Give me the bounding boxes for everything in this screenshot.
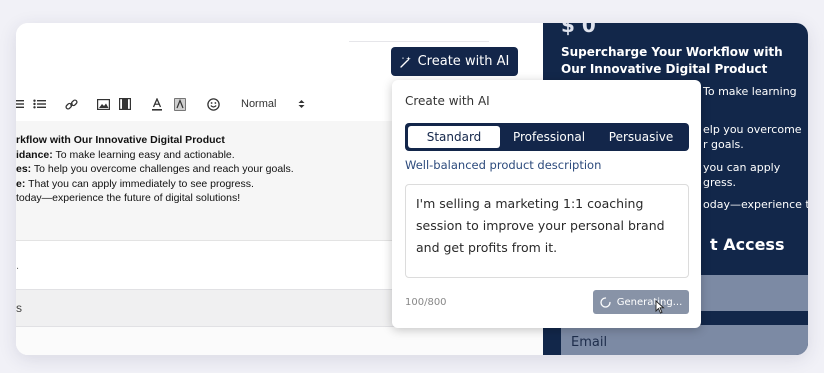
format-select[interactable]: Normal (241, 94, 313, 114)
ordered-list-icon[interactable] (16, 94, 24, 114)
tab-professional[interactable]: Professional (503, 123, 595, 151)
tab-persuasive[interactable]: Persuasive (595, 123, 687, 151)
tone-description: Well-balanced product description (405, 158, 602, 172)
emoji-icon[interactable] (206, 94, 220, 114)
spinner-icon (600, 296, 611, 308)
create-with-ai-popover: Create with AI Standard Professional Per… (392, 80, 701, 328)
format-select-value: Normal (241, 98, 277, 110)
generate-label: Generating... (616, 296, 683, 308)
prompt-textarea[interactable]: I'm selling a marketing 1:1 coaching ses… (405, 184, 689, 278)
highlight-color-icon[interactable] (173, 94, 187, 114)
email-field[interactable]: Email (561, 325, 808, 355)
preview-fragment: gress. (703, 176, 736, 189)
divider (349, 41, 489, 42)
preview-fragment: r goals. (703, 138, 744, 151)
preview-headline: Supercharge Your Workflow with Our Innov… (561, 45, 783, 76)
preview-fragment: elp you overcome (703, 123, 802, 136)
tab-standard[interactable]: Standard (408, 126, 500, 148)
bullet-list-icon[interactable] (32, 94, 46, 114)
video-icon[interactable] (118, 94, 132, 114)
preview-fragment: you can apply (703, 161, 781, 174)
access-heading: t Access (710, 235, 785, 254)
mouse-cursor-icon (655, 300, 665, 314)
small-mark: . (16, 260, 20, 272)
tone-selector: Standard Professional Persuasive (405, 123, 689, 151)
email-placeholder: Email (571, 335, 608, 350)
bottom-strip (16, 327, 543, 355)
preview-fragment: oday—experience the (703, 198, 808, 211)
price-label: $ 0 (561, 23, 596, 37)
sort-arrows-icon (298, 100, 305, 108)
char-counter: 100/800 (405, 297, 447, 308)
preview-fragment: To make learning (703, 85, 797, 98)
magic-wand-icon (399, 56, 411, 68)
image-icon[interactable] (96, 94, 110, 114)
link-icon[interactable] (64, 94, 78, 114)
text-color-icon[interactable] (150, 94, 164, 114)
footer-fragment: s (16, 301, 22, 315)
popover-title: Create with AI (405, 94, 490, 108)
create-with-ai-button[interactable]: Create with AI (391, 47, 518, 76)
generate-button[interactable]: Generating... (593, 290, 689, 314)
create-with-ai-label: Create with AI (417, 54, 510, 69)
